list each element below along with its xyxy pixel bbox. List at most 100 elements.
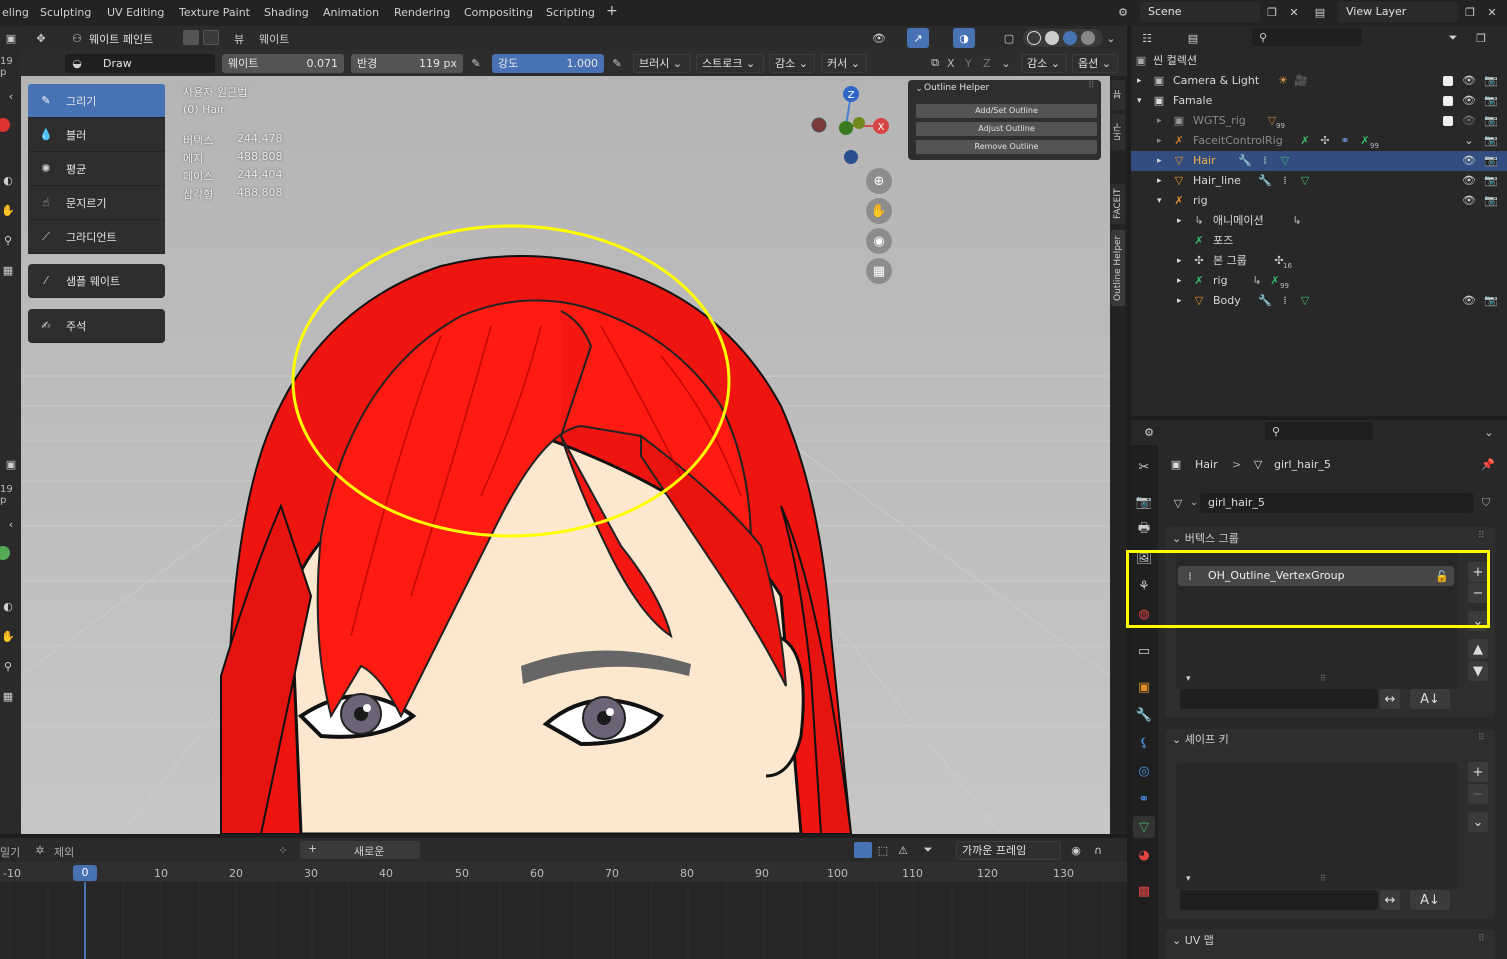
sort-alpha-icon[interactable]: A↓	[1410, 890, 1450, 910]
add-workspace-button[interactable]: +	[604, 2, 620, 20]
filter-icon[interactable]: ⏷	[1445, 30, 1461, 46]
tool-icon[interactable]: ⚲	[0, 658, 16, 674]
grid-icon[interactable]: ▦	[0, 688, 16, 704]
outliner-row[interactable]: ▾ ✗ rig 👁 📷	[1131, 191, 1507, 211]
outliner-row-selected[interactable]: ▸ ▽ Hair 🔧 ⁞ ▽ 👁 📷	[1131, 151, 1507, 171]
box-select-icon[interactable]: ⬚	[875, 842, 891, 858]
display-mode-icon[interactable]: ☷	[1139, 30, 1155, 46]
outliner-row[interactable]: ▸ ▽ Body 🔧 ⁞ ▽ 👁 📷	[1131, 291, 1507, 311]
outliner-search-input[interactable]: ⚲	[1252, 28, 1362, 46]
editor-type-icon[interactable]: ✥	[33, 30, 49, 46]
tool-tab-icon[interactable]: ✂	[1133, 456, 1155, 478]
workspace-tab-compositing[interactable]: Compositing	[462, 4, 535, 22]
3d-viewport[interactable]: ✎ 그리기 💧 블러 ✺ 평균 ☝ 문지르기 ⟋ 그라디언트 ⁄ 샘플 웨이트 ✍ 주석 사용…	[21, 76, 1110, 834]
falloff-dropdown-2[interactable]: 감소 ⌄	[1021, 54, 1067, 73]
proportional-icon[interactable]: ◉	[1068, 842, 1084, 858]
invert-filter-icon[interactable]: ↔	[1380, 890, 1400, 910]
workspace-tab-animation[interactable]: Animation	[321, 4, 381, 22]
expand-arrow-icon[interactable]: ▾	[1157, 191, 1162, 211]
adjust-outline-button[interactable]: Adjust Outline	[916, 122, 1097, 136]
outliner-row[interactable]: ▸ ↳ 애니메이션 ↳	[1131, 211, 1507, 231]
eye-hidden-icon[interactable]: 👁	[1461, 113, 1477, 129]
zoom-icon[interactable]: ⊕	[866, 168, 892, 194]
mode-selector[interactable]: 웨이트 페인트	[89, 31, 153, 47]
chevron-down-icon[interactable]: ⌄	[1481, 424, 1497, 440]
timeline-pull[interactable]: 밀기	[0, 844, 20, 860]
solid-shading-icon[interactable]	[1045, 31, 1059, 45]
shape-key-list[interactable]	[1176, 763, 1458, 889]
outliner-row[interactable]: ▸ ▣ Camera & Light ☀ 🎥 👁 📷	[1131, 71, 1507, 91]
new-view-layer-icon[interactable]: ❐	[1462, 4, 1478, 20]
render-camera-icon[interactable]: 📷	[1483, 93, 1499, 109]
new-action-button[interactable]: + 새로운	[300, 841, 420, 859]
expand-arrow-icon[interactable]: ▸	[1157, 151, 1162, 171]
wireframe-shading-icon[interactable]	[1027, 31, 1041, 45]
particles-tab-icon[interactable]: ⚸	[1133, 732, 1155, 754]
checkbox[interactable]	[1443, 76, 1453, 86]
strength-slider[interactable]: 강도 1.000	[492, 54, 604, 73]
tool-blur[interactable]: 💧 블러	[28, 118, 165, 152]
remove-outline-button[interactable]: Remove Outline	[916, 140, 1097, 154]
expand-arrow-icon[interactable]: ▸	[1177, 251, 1182, 271]
pin-icon[interactable]: 📌	[1480, 456, 1496, 472]
resize-handle-icon[interactable]: ⠿	[1320, 674, 1326, 683]
expand-arrow-icon[interactable]: ▸	[1157, 131, 1162, 151]
drag-handle-icon[interactable]: ⠿	[1478, 934, 1485, 944]
workspace-tab-sculpting[interactable]: Sculpting	[38, 4, 93, 22]
texture-tab-icon[interactable]: ▩	[1133, 880, 1155, 902]
output-tab-icon[interactable]: 🖶	[1133, 519, 1155, 541]
cursor-dropdown[interactable]: 커서 ⌄	[821, 54, 867, 73]
weight-slider[interactable]: 웨이트 0.071	[222, 54, 344, 73]
axis-x-toggle[interactable]: X	[947, 57, 955, 70]
outliner-row-scene-collection[interactable]: ▣ 씬 컬렉션	[1131, 51, 1507, 71]
outliner-row[interactable]: ▸ ▽ Hair_line 🔧 ⁞ ▽ 👁 📷	[1131, 171, 1507, 191]
expand-arrow-icon[interactable]: ▸	[1137, 71, 1142, 91]
collection-tab-icon[interactable]: ▭	[1133, 640, 1155, 662]
axis-z-toggle[interactable]: Z	[983, 57, 991, 70]
move-up-icon[interactable]: ▲	[1468, 639, 1488, 659]
tool-average[interactable]: ✺ 평균	[28, 152, 165, 186]
eye-icon[interactable]: 👁	[1461, 193, 1477, 209]
editor-type-icon[interactable]: ▣	[3, 30, 19, 46]
options-dropdown[interactable]: 옵션 ⌄	[1072, 54, 1118, 73]
close-icon[interactable]: ✕	[1484, 4, 1500, 20]
add-shape-key-button[interactable]: +	[1468, 762, 1488, 782]
material-tab-icon[interactable]: ◕	[1133, 844, 1155, 866]
rendered-shading-icon[interactable]	[1081, 31, 1095, 45]
eye-icon[interactable]: ⌄	[1461, 133, 1477, 149]
sidebar-tab-faceit[interactable]: FACEIT	[1111, 184, 1125, 224]
chevron-down-icon[interactable]: ⌄	[1103, 30, 1119, 46]
properties-search-input[interactable]: ⚲	[1265, 422, 1373, 440]
mesh-name-field[interactable]: girl_hair_5	[1200, 493, 1474, 513]
drag-handle-icon[interactable]: ⠿	[1478, 531, 1485, 541]
shape-keys-header[interactable]: ⌄ 셰이프 키	[1172, 729, 1229, 751]
drag-handle-icon[interactable]: ⠿	[1088, 81, 1095, 91]
render-camera-icon[interactable]: 📷	[1483, 293, 1499, 309]
render-camera-icon[interactable]: 📷	[1483, 193, 1499, 209]
workspace-tab-scripting[interactable]: Scripting	[544, 4, 597, 22]
grid-icon[interactable]: ▦	[0, 262, 16, 278]
tool-icon[interactable]: ✋	[0, 202, 16, 218]
tool-icon[interactable]: ◐	[0, 172, 16, 188]
shape-key-filter-input[interactable]	[1180, 890, 1378, 910]
workspace-tab-rendering[interactable]: Rendering	[392, 4, 452, 22]
interpolation-dropdown[interactable]: 가까운 프레임	[956, 841, 1061, 860]
frame-ruler[interactable]: -10 0 10 20 30 40 50 60 70 80 90 100 110…	[0, 862, 1127, 882]
new-scene-icon[interactable]: ❐	[1264, 4, 1280, 20]
chevron-down-icon[interactable]: ⌄	[998, 55, 1014, 71]
render-camera-icon[interactable]: 📷	[1483, 133, 1499, 149]
eye-icon[interactable]: 👁	[1461, 93, 1477, 109]
expand-arrow-icon[interactable]: ▾	[1186, 874, 1191, 884]
pan-hand-icon[interactable]: ✋	[866, 198, 892, 224]
fake-user-shield-icon[interactable]: ⛉	[1478, 495, 1494, 511]
mask-toggle[interactable]	[203, 30, 219, 45]
vertex-group-filter-input[interactable]	[1180, 689, 1378, 709]
workspace-tab-shading[interactable]: Shading	[262, 4, 311, 22]
axis-y-toggle[interactable]: Y	[965, 57, 972, 70]
falloff-curve-icon[interactable]: ∩	[1090, 842, 1106, 858]
stroke-dropdown[interactable]: 스트로크 ⌄	[696, 54, 764, 73]
editor-type-icon[interactable]: ⚙	[1141, 424, 1157, 440]
editor-type-icon[interactable]: ▣	[3, 456, 19, 472]
chevron-left-icon[interactable]: ‹	[3, 88, 19, 104]
pressure-icon[interactable]: ✎	[609, 55, 625, 71]
